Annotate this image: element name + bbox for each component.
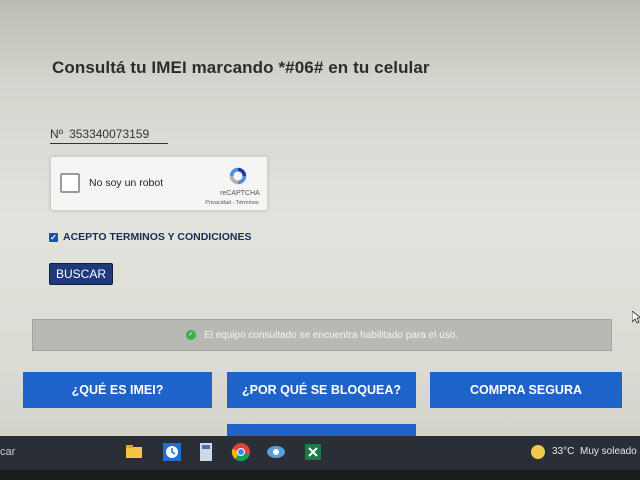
recaptcha-widget: No soy un robot reCAPTCHA Privacidad - T… — [50, 156, 268, 211]
taskbar: car 33°C Muy soleado — [0, 436, 640, 470]
chrome-icon[interactable] — [231, 442, 251, 462]
file-explorer-icon[interactable] — [124, 442, 144, 462]
why-blocked-button[interactable]: ¿POR QUÉ SE BLOQUEA? — [227, 372, 416, 408]
search-button[interactable]: BUSCAR — [49, 263, 113, 285]
taskbar-search[interactable]: car — [0, 446, 15, 458]
page-title: Consultá tu IMEI marcando *#06# en tu ce… — [52, 58, 430, 77]
check-circle-icon: ✓ — [185, 330, 196, 340]
secure-purchase-button[interactable]: COMPRA SEGURA — [430, 372, 622, 408]
screen-bezel — [0, 470, 640, 480]
imei-input[interactable]: Nº 353340073159 — [50, 125, 168, 144]
sun-icon — [531, 445, 545, 459]
mouse-cursor-icon — [632, 311, 640, 324]
calculator-icon[interactable] — [196, 442, 216, 462]
page: Consultá tu IMEI marcando *#06# en tu ce… — [0, 0, 640, 436]
terms-row[interactable]: ✓ ACEPTO TERMINOS Y CONDICIONES — [49, 231, 251, 243]
terms-label: ACEPTO TERMINOS Y CONDICIONES — [63, 231, 252, 243]
more-button[interactable] — [227, 424, 416, 436]
imei-value[interactable]: 353340073159 — [69, 127, 149, 141]
recaptcha-brand: reCAPTCHA — [220, 190, 260, 197]
network-app-icon[interactable] — [266, 442, 286, 462]
imei-prefix: Nº — [50, 127, 64, 141]
recaptcha-label: No soy un robot — [89, 177, 164, 189]
recaptcha-links[interactable]: Privacidad - Términos — [201, 200, 263, 206]
weather-temperature[interactable]: 33°C — [552, 446, 574, 457]
terms-checkbox[interactable]: ✓ — [49, 232, 58, 242]
recaptcha-icon — [229, 167, 247, 185]
excel-icon[interactable] — [303, 442, 323, 462]
what-is-imei-button[interactable]: ¿QUÉ ES IMEI? — [23, 372, 212, 408]
status-message: El equipo consultado se encuentra habili… — [203, 329, 459, 341]
clock-app-icon[interactable] — [162, 442, 182, 462]
weather-description[interactable]: Muy soleado — [580, 446, 637, 457]
recaptcha-checkbox[interactable] — [60, 173, 80, 193]
status-alert: ✓ El equipo consultado se encuentra habi… — [32, 319, 612, 351]
